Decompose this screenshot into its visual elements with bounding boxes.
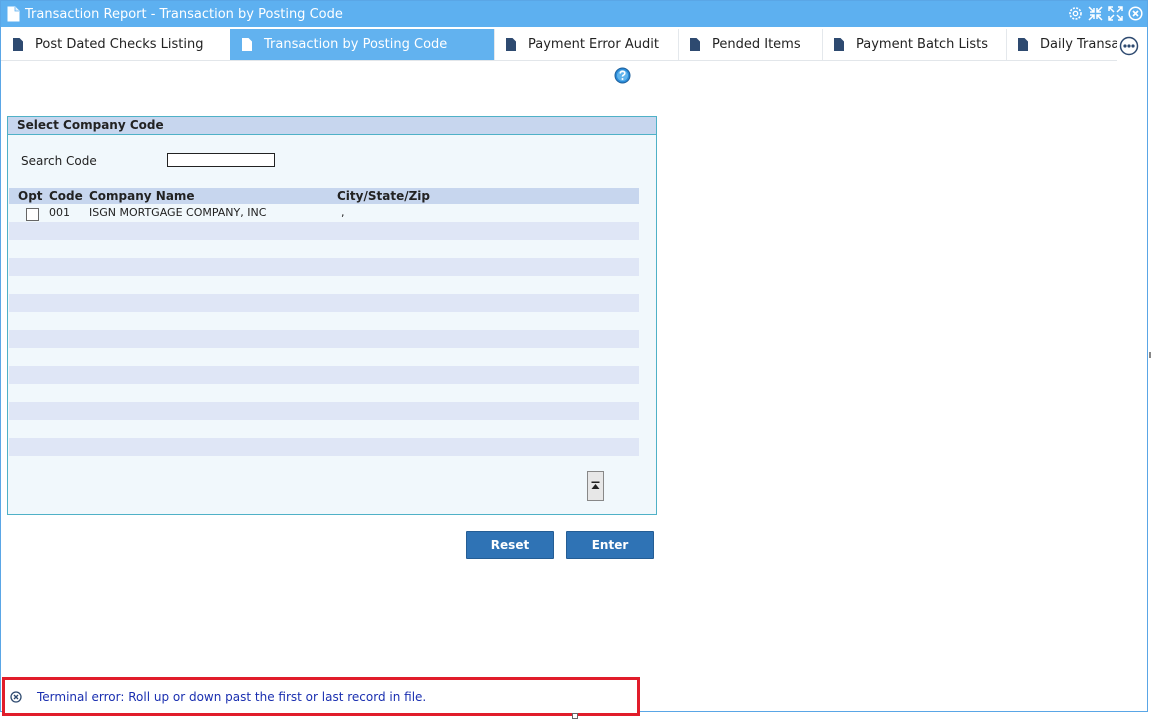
document-icon <box>506 38 516 51</box>
row-city-state-zip: , <box>341 206 345 219</box>
tab-label: Pended Items <box>712 37 801 52</box>
splitter-handle[interactable] <box>1149 352 1151 358</box>
reset-button[interactable]: Reset <box>466 531 554 559</box>
tab-label: Payment Batch Lists <box>856 37 989 52</box>
arrow-up-bar-icon <box>591 481 600 489</box>
status-message: Terminal error: Roll up or down past the… <box>37 689 427 704</box>
tab-payment-batch-lists[interactable]: Payment Batch Lists <box>822 29 1007 60</box>
column-opt: Opt <box>18 189 43 203</box>
search-code-label: Search Code <box>21 154 97 168</box>
close-icon[interactable] <box>1128 6 1143 21</box>
row-code: 001 <box>49 206 70 219</box>
table-row <box>9 402 639 420</box>
table-row <box>9 438 639 456</box>
document-icon <box>1018 38 1028 51</box>
table-row <box>9 312 639 330</box>
tab-payment-error-audit[interactable]: Payment Error Audit <box>494 29 679 60</box>
enter-button[interactable]: Enter <box>566 531 654 559</box>
tab-label: Post Dated Checks Listing <box>35 37 204 52</box>
row-company-name: ISGN MORTGAGE COMPANY, INC <box>89 206 267 219</box>
table-row <box>9 258 639 276</box>
tab-label: Transaction by Posting Code <box>264 37 448 52</box>
table-row <box>9 222 639 240</box>
column-company-name: Company Name <box>89 189 195 203</box>
tab-post-dated-checks[interactable]: Post Dated Checks Listing <box>1 29 231 60</box>
resize-handle[interactable] <box>572 713 578 719</box>
title-tools <box>1068 6 1143 21</box>
title-bar: Transaction Report - Transaction by Post… <box>1 1 1147 27</box>
help-icon[interactable] <box>614 67 631 84</box>
compress-icon[interactable] <box>1088 6 1103 21</box>
more-tabs-icon[interactable] <box>1119 36 1139 56</box>
tab-label: Payment Error Audit <box>528 37 659 52</box>
tab-pended-items[interactable]: Pended Items <box>678 29 823 60</box>
table-row[interactable]: 001 ISGN MORTGAGE COMPANY, INC , <box>9 204 639 222</box>
option-checkbox[interactable] <box>26 208 39 221</box>
column-city-state-zip: City/State/Zip <box>337 189 430 203</box>
table-row <box>9 330 639 348</box>
document-icon <box>690 38 700 51</box>
error-icon <box>10 690 22 703</box>
document-icon <box>7 6 20 22</box>
document-icon <box>242 38 252 51</box>
gear-icon[interactable] <box>1068 6 1083 21</box>
expand-icon[interactable] <box>1108 6 1123 21</box>
table-row <box>9 420 639 438</box>
document-icon <box>834 38 844 51</box>
status-bar: Terminal error: Roll up or down past the… <box>2 677 640 716</box>
company-grid: Opt Code Company Name City/State/Zip 001… <box>9 188 639 456</box>
report-window: Transaction Report - Transaction by Post… <box>0 0 1148 716</box>
table-row <box>9 366 639 384</box>
table-row <box>9 348 639 366</box>
scroll-to-top-button[interactable] <box>587 471 604 501</box>
tab-daily-transactions[interactable]: Daily Transactions <box>1006 29 1117 60</box>
table-row <box>9 294 639 312</box>
tab-strip: Post Dated Checks Listing Transaction by… <box>1 29 1117 61</box>
table-row <box>9 276 639 294</box>
table-row <box>9 384 639 402</box>
document-icon <box>13 38 23 51</box>
column-code: Code <box>49 189 83 203</box>
tab-label: Daily Transactions <box>1040 37 1117 52</box>
grid-header: Opt Code Company Name City/State/Zip <box>9 188 639 204</box>
search-code-input[interactable] <box>167 153 275 167</box>
tab-transaction-by-posting-code[interactable]: Transaction by Posting Code <box>230 29 495 60</box>
panel-header: Select Company Code <box>8 117 656 135</box>
window-title: Transaction Report - Transaction by Post… <box>25 6 343 22</box>
select-company-panel: Select Company Code Search Code Opt Code… <box>7 116 657 515</box>
table-row <box>9 240 639 258</box>
